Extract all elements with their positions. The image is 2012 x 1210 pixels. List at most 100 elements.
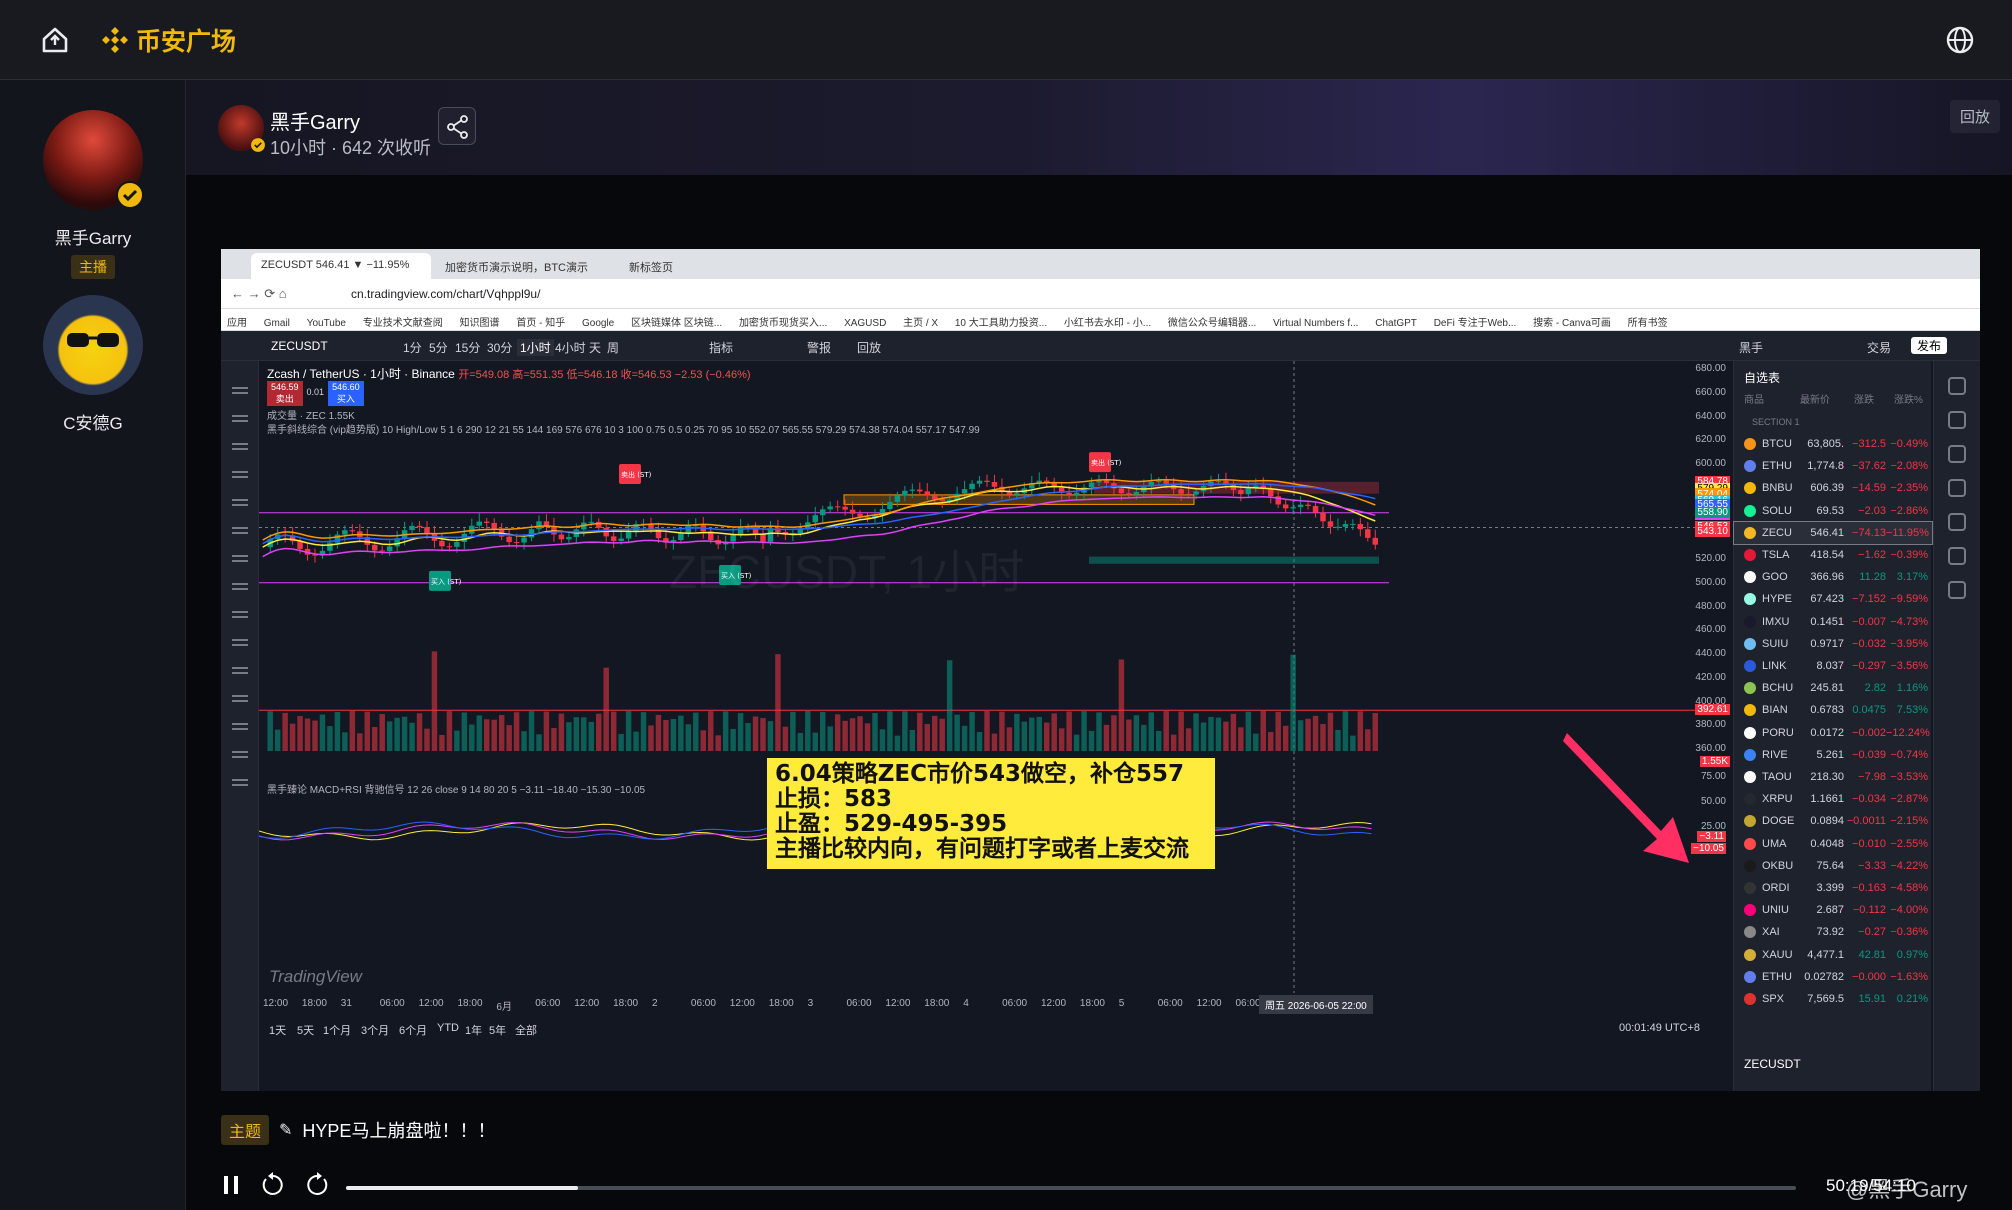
alerts-icon[interactable] [1948, 411, 1966, 429]
watchlist-title[interactable]: 自选表 [1744, 369, 1780, 386]
interval-1w[interactable]: 周 [607, 339, 619, 356]
note-icon[interactable] [231, 583, 248, 585]
range-6m[interactable]: 6个月 [399, 1022, 427, 1038]
shape-icon[interactable] [231, 527, 248, 529]
watchlist-icon[interactable] [1948, 377, 1966, 395]
watchlist-row[interactable]: XAUU 4,477.1 42.81 0.97% [1734, 944, 1932, 966]
projection-icon[interactable] [231, 499, 248, 501]
bookmark[interactable]: 所有书签 [1628, 314, 1668, 329]
range-1d[interactable]: 1天 [269, 1022, 286, 1038]
share-button[interactable] [438, 107, 476, 145]
watchlist-row[interactable]: BTCU 63,805. −312.5 −0.49% [1734, 433, 1932, 455]
watchlist-row[interactable]: ORDI 3.399 −0.163 −4.58% [1734, 877, 1932, 899]
url-field[interactable]: cn.tradingview.com/chart/Vqhppl9u/ [351, 287, 540, 301]
bookmark[interactable]: DeFi 专注于Web... [1434, 314, 1517, 329]
interval-15m[interactable]: 15分 [455, 339, 480, 356]
replay-button[interactable]: 回放 [1949, 100, 2000, 133]
host-card[interactable]: 黑手Garry 主播 [0, 110, 186, 279]
brand-logo[interactable]: 币安广场 [100, 22, 236, 58]
layout-name[interactable]: 黑手 [1739, 339, 1763, 356]
pattern-icon[interactable] [231, 471, 248, 473]
range-all[interactable]: 全部 [515, 1022, 537, 1038]
video-frame[interactable]: ZECUSDT 546.41 ▼ −11.95% 加密货币演示说明，BTC演示 … [221, 249, 1980, 1091]
watchlist-row[interactable]: ETHU 1,774.8 −37.62 −2.08% [1734, 455, 1932, 477]
watchlist-row[interactable]: ZECU 546.41 −74.13 −11.95% [1733, 520, 1933, 545]
rewind-15-icon[interactable] [258, 1170, 288, 1200]
col-last[interactable]: 最新价 [1800, 391, 1830, 406]
zoom-icon[interactable] [231, 639, 248, 641]
range-ytd[interactable]: YTD [437, 1022, 459, 1034]
bookmark[interactable]: 加密货币现货买入... [739, 314, 827, 329]
bookmark[interactable]: 应用 [227, 314, 247, 329]
nav-arrows-icon[interactable]: ← → ⟳ ⌂ [231, 286, 287, 302]
col-symbol[interactable]: 商品 [1744, 391, 1764, 406]
bookmark[interactable]: 首页 - 知乎 [516, 314, 565, 329]
range-1y[interactable]: 1年 [465, 1022, 482, 1038]
watchlist-row[interactable]: SUIU 0.9717 −0.032 −3.95% [1734, 633, 1932, 655]
watchlist-row[interactable]: BNBU 606.39 −14.59 −2.35% [1734, 477, 1932, 499]
interval-4h[interactable]: 4小时 [555, 339, 586, 356]
interval-30m[interactable]: 30分 [487, 339, 512, 356]
browser-tab[interactable]: 加密货币演示说明，BTC演示 [435, 253, 615, 279]
range-1m[interactable]: 1个月 [323, 1022, 351, 1038]
avatar[interactable] [218, 105, 265, 152]
speaker-card[interactable]: C安德G [0, 295, 186, 434]
trash-icon[interactable] [231, 751, 248, 753]
bookmark[interactable]: YouTube [307, 318, 346, 329]
watchlist-row[interactable]: UMA 0.4048 −0.010 −2.55% [1734, 833, 1932, 855]
pause-icon[interactable] [216, 1170, 246, 1200]
crosshair-icon[interactable] [231, 387, 248, 389]
chat-icon[interactable] [1948, 479, 1966, 497]
range-5y[interactable]: 5年 [489, 1022, 506, 1038]
bookmark[interactable]: ChatGPT [1375, 318, 1417, 329]
buy-button[interactable]: 546.60 买入 [328, 381, 364, 406]
bookmark[interactable]: Google [582, 318, 614, 329]
sell-button[interactable]: 546.59 卖出 [267, 381, 303, 406]
watchlist-row[interactable]: TSLA 418.54 −1.62 −0.39% [1734, 544, 1932, 566]
lock-icon[interactable] [231, 695, 248, 697]
bookmark[interactable]: 专业技术文献查阅 [363, 314, 443, 329]
col-change-pct[interactable]: 涨跌% [1894, 391, 1923, 406]
watchlist-row[interactable]: UNIU 2.687 −0.112 −4.00% [1734, 899, 1932, 921]
watchlist-row[interactable]: OKBU 75.64 −3.33 −4.22% [1734, 855, 1932, 877]
home-icon[interactable] [40, 26, 70, 54]
watchlist-row[interactable]: GOO 366.96 11.28 3.17% [1734, 566, 1932, 588]
browser-tab[interactable]: 新标签页 [619, 253, 799, 279]
range-5d[interactable]: 5天 [297, 1022, 314, 1038]
interval-1m[interactable]: 1分 [403, 339, 422, 356]
watchlist-section[interactable]: SECTION 1 [1752, 417, 1800, 427]
layers-icon[interactable] [1948, 445, 1966, 463]
watchlist-row[interactable]: XAI 73.92 −0.27 −0.36% [1734, 921, 1932, 943]
watchlist-row[interactable]: LINK 8.037 −0.297 −3.56% [1734, 655, 1932, 677]
watchlist-row[interactable]: SPX 7,569.5 15.91 0.21% [1734, 988, 1932, 1010]
interval-1d[interactable]: 天 [589, 339, 601, 356]
watchlist-row[interactable]: PORU 0.0172 −0.002 −12.24% [1734, 722, 1932, 744]
bookmark[interactable]: 搜索 - Canva可画 [1533, 314, 1611, 329]
progress-bar[interactable] [346, 1186, 1796, 1190]
watchlist-row[interactable]: ETHU 0.02782 −0.000 −1.63% [1734, 966, 1932, 988]
bookmark[interactable]: 10 大工具助力投资... [955, 314, 1047, 329]
bookmark[interactable]: XAGUSD [844, 318, 886, 329]
utc-clock[interactable]: 00:01:49 UTC+8 [1619, 1022, 1700, 1034]
watchlist-row[interactable]: HYPE 67.423 −7.152 −9.59% [1734, 588, 1932, 610]
stream-host-name[interactable]: 黑手Garry [270, 106, 360, 135]
publish-button[interactable]: 发布 [1911, 337, 1948, 354]
col-change[interactable]: 涨跌 [1854, 391, 1874, 406]
interval-5m[interactable]: 5分 [429, 339, 448, 356]
notifications-icon[interactable] [1948, 547, 1966, 565]
watchlist-row[interactable]: RIVE 5.261 −0.039 −0.74% [1734, 744, 1932, 766]
ruler-icon[interactable] [231, 611, 248, 613]
replay-tool-button[interactable]: 回放 [857, 339, 881, 356]
candlestick-chart[interactable]: 卖出 (ST)卖出 (ST)买入 (ST)买入 (ST) [259, 361, 1723, 993]
trade-button[interactable]: 交易 [1867, 339, 1891, 356]
watchlist-row[interactable]: BCHU 245.81 2.82 1.16% [1734, 677, 1932, 699]
help-icon[interactable] [1948, 581, 1966, 599]
calendar-icon[interactable] [1948, 513, 1966, 531]
alert-button[interactable]: 警报 [807, 339, 831, 356]
star-icon[interactable] [231, 779, 248, 781]
bookmark[interactable]: Virtual Numbers f... [1273, 318, 1358, 329]
bookmark[interactable]: Gmail [264, 318, 290, 329]
watchlist-row[interactable]: SOLU 69.53 −2.03 −2.86% [1734, 500, 1932, 522]
indicators-button[interactable]: 指标 [709, 339, 733, 356]
watchlist-footer-symbol[interactable]: ZECUSDT [1744, 1057, 1801, 1071]
